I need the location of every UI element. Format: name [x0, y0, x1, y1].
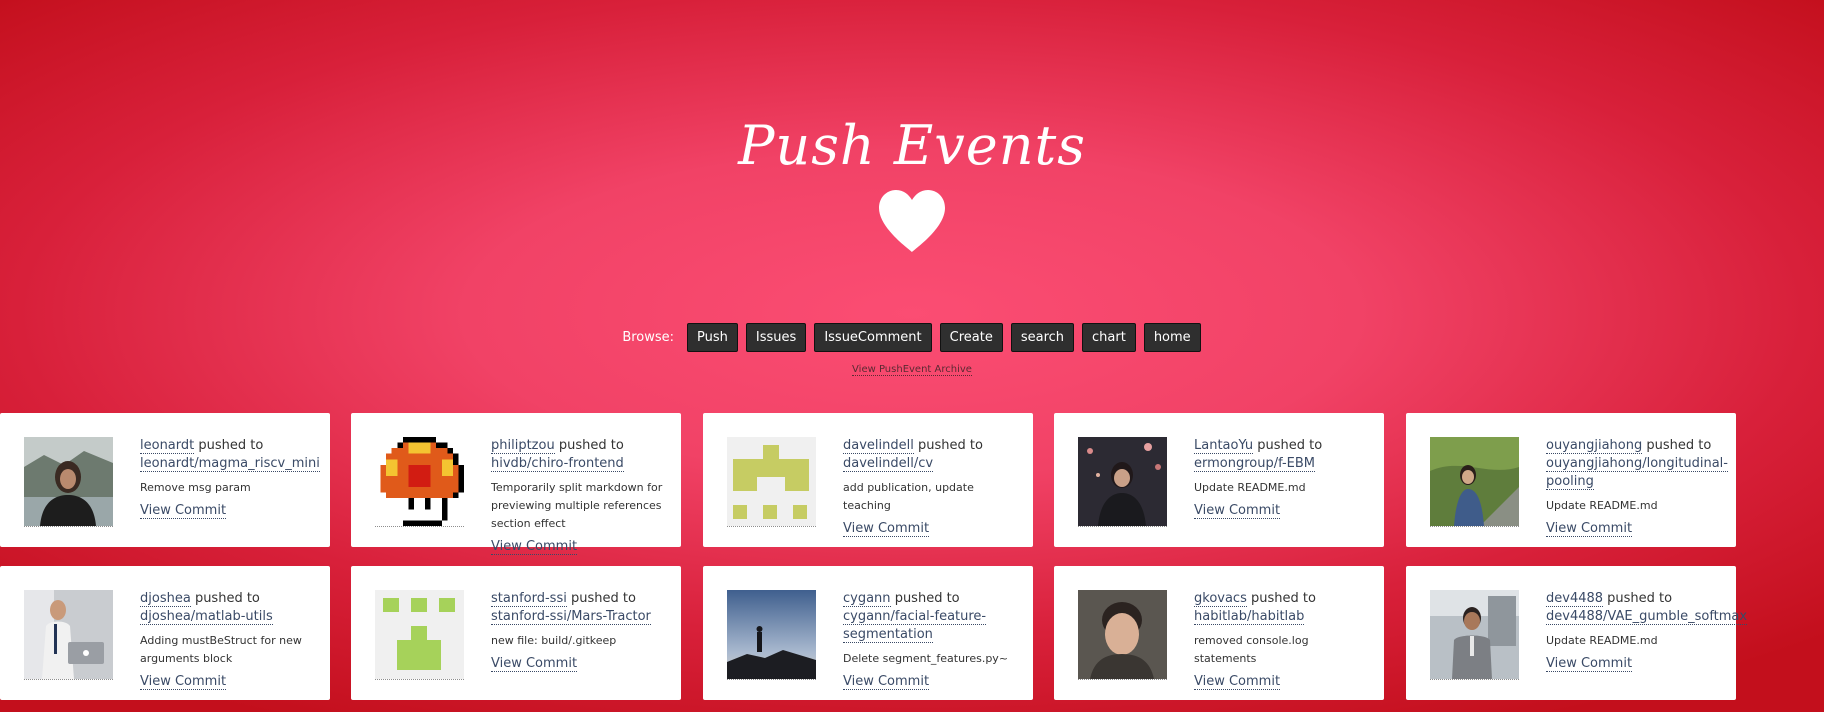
user-link[interactable]: djoshea [140, 591, 191, 607]
user-avatar[interactable] [727, 437, 816, 527]
event-verb: pushed to [1251, 591, 1316, 606]
user-link[interactable]: ouyangjiahong [1546, 438, 1643, 454]
user-avatar[interactable] [375, 590, 464, 680]
archive-link-wrap: View PushEvent Archive [0, 364, 1824, 376]
repo-link[interactable]: davelindell/cv [843, 456, 934, 472]
user-avatar[interactable] [1430, 590, 1519, 680]
repo-link[interactable]: stanford-ssi/Mars-Tractor [491, 609, 651, 625]
event-card: ouyangjiahong pushed to ouyangjiahong/lo… [1406, 413, 1736, 547]
event-verb: pushed to [918, 438, 983, 453]
repo-link[interactable]: djoshea/matlab-utils [140, 609, 273, 625]
view-commit-link[interactable]: View Commit [1546, 656, 1633, 672]
event-card: LantaoYu pushed to ermongroup/f-EBM Upda… [1054, 413, 1384, 547]
browse-label: Browse: [622, 330, 675, 345]
repo-link[interactable]: habitlab/habitlab [1194, 609, 1305, 625]
nav-button-issues[interactable]: Issues [745, 323, 807, 352]
user-link[interactable]: leonardt [140, 438, 195, 454]
repo-link[interactable]: ermongroup/f-EBM [1194, 456, 1316, 472]
view-commit-link[interactable]: View Commit [843, 674, 930, 690]
event-card: stanford-ssi pushed to stanford-ssi/Mars… [351, 566, 681, 700]
commit-message: add publication, update teaching [843, 481, 974, 512]
repo-link[interactable]: ouyangjiahong/longitudinal-pooling [1546, 456, 1728, 490]
user-link[interactable]: stanford-ssi [491, 591, 567, 607]
commit-message: Temporarily split markdown for previewin… [491, 481, 663, 530]
repo-link[interactable]: hivdb/chiro-frontend [491, 456, 624, 472]
event-card: djoshea pushed to djoshea/matlab-utils A… [0, 566, 330, 700]
event-verb: pushed to [558, 438, 624, 453]
commit-message: Update README.md [1546, 634, 1658, 647]
nav-button-issuecomment[interactable]: IssueComment [814, 323, 932, 352]
browse-nav: Browse: Push Issues IssueComment Create … [0, 323, 1824, 352]
user-link[interactable]: LantaoYu [1194, 438, 1254, 454]
user-avatar[interactable] [375, 437, 464, 527]
nav-button-create[interactable]: Create [939, 323, 1003, 352]
commit-message: Adding mustBeStruct for new arguments bl… [140, 634, 302, 665]
event-verb: pushed to [1257, 438, 1323, 453]
user-avatar[interactable] [1078, 437, 1167, 527]
user-avatar[interactable] [1078, 590, 1167, 680]
event-card: philiptzou pushed to hivdb/chiro-fronten… [351, 413, 681, 555]
repo-link[interactable]: dev4488/VAE_gumble_softmax [1546, 609, 1748, 625]
event-card: cygann pushed to cygann/facial-feature-s… [703, 566, 1033, 700]
user-avatar[interactable] [1430, 437, 1519, 527]
view-commit-link[interactable]: View Commit [140, 503, 227, 519]
user-avatar[interactable] [24, 590, 113, 680]
view-commit-link[interactable]: View Commit [843, 521, 930, 537]
user-link[interactable]: davelindell [843, 438, 914, 454]
commit-message: Update README.md [1546, 499, 1658, 512]
view-commit-link[interactable]: View Commit [491, 656, 578, 672]
nav-button-home[interactable]: home [1143, 323, 1201, 352]
event-verb: pushed to [1607, 591, 1673, 606]
view-commit-link[interactable]: View Commit [140, 674, 227, 690]
event-card: gkovacs pushed to habitlab/habitlab remo… [1054, 566, 1384, 700]
event-verb: pushed to [198, 438, 264, 453]
user-avatar[interactable] [727, 590, 816, 680]
view-commit-link[interactable]: View Commit [1546, 521, 1633, 537]
event-verb: pushed to [1646, 438, 1712, 453]
user-link[interactable]: philiptzou [491, 438, 555, 454]
view-commit-link[interactable]: View Commit [1194, 674, 1281, 690]
commit-message: Delete segment_features.py~ [843, 652, 1009, 665]
view-commit-link[interactable]: View Commit [491, 539, 578, 555]
page-title: Push Events [738, 114, 1086, 177]
event-verb: pushed to [194, 591, 260, 606]
heart-icon [879, 190, 945, 252]
event-verb: pushed to [894, 591, 960, 606]
user-link[interactable]: dev4488 [1546, 591, 1604, 607]
archive-link[interactable]: View PushEvent Archive [852, 364, 972, 376]
user-link[interactable]: gkovacs [1194, 591, 1247, 607]
commit-message: removed console.log statements [1194, 634, 1309, 665]
user-link[interactable]: cygann [843, 591, 891, 607]
repo-link[interactable]: cygann/facial-feature-segmentation [843, 609, 987, 643]
commit-message: Remove msg param [140, 481, 251, 494]
event-card: dev4488 pushed to dev4488/VAE_gumble_sof… [1406, 566, 1748, 700]
nav-button-search[interactable]: search [1010, 323, 1075, 352]
event-card: leonardt pushed to leonardt/magma_riscv_… [0, 413, 330, 547]
view-commit-link[interactable]: View Commit [1194, 503, 1281, 519]
event-verb: pushed to [570, 591, 636, 606]
nav-button-chart[interactable]: chart [1082, 323, 1136, 352]
commit-message: Update README.md [1194, 481, 1306, 494]
event-card: davelindell pushed to davelindell/cv add… [703, 413, 1033, 547]
nav-button-push[interactable]: Push [687, 323, 738, 352]
user-avatar[interactable] [24, 437, 113, 527]
repo-link[interactable]: leonardt/magma_riscv_mini [140, 456, 320, 472]
commit-message: new file: build/.gitkeep [491, 634, 617, 647]
